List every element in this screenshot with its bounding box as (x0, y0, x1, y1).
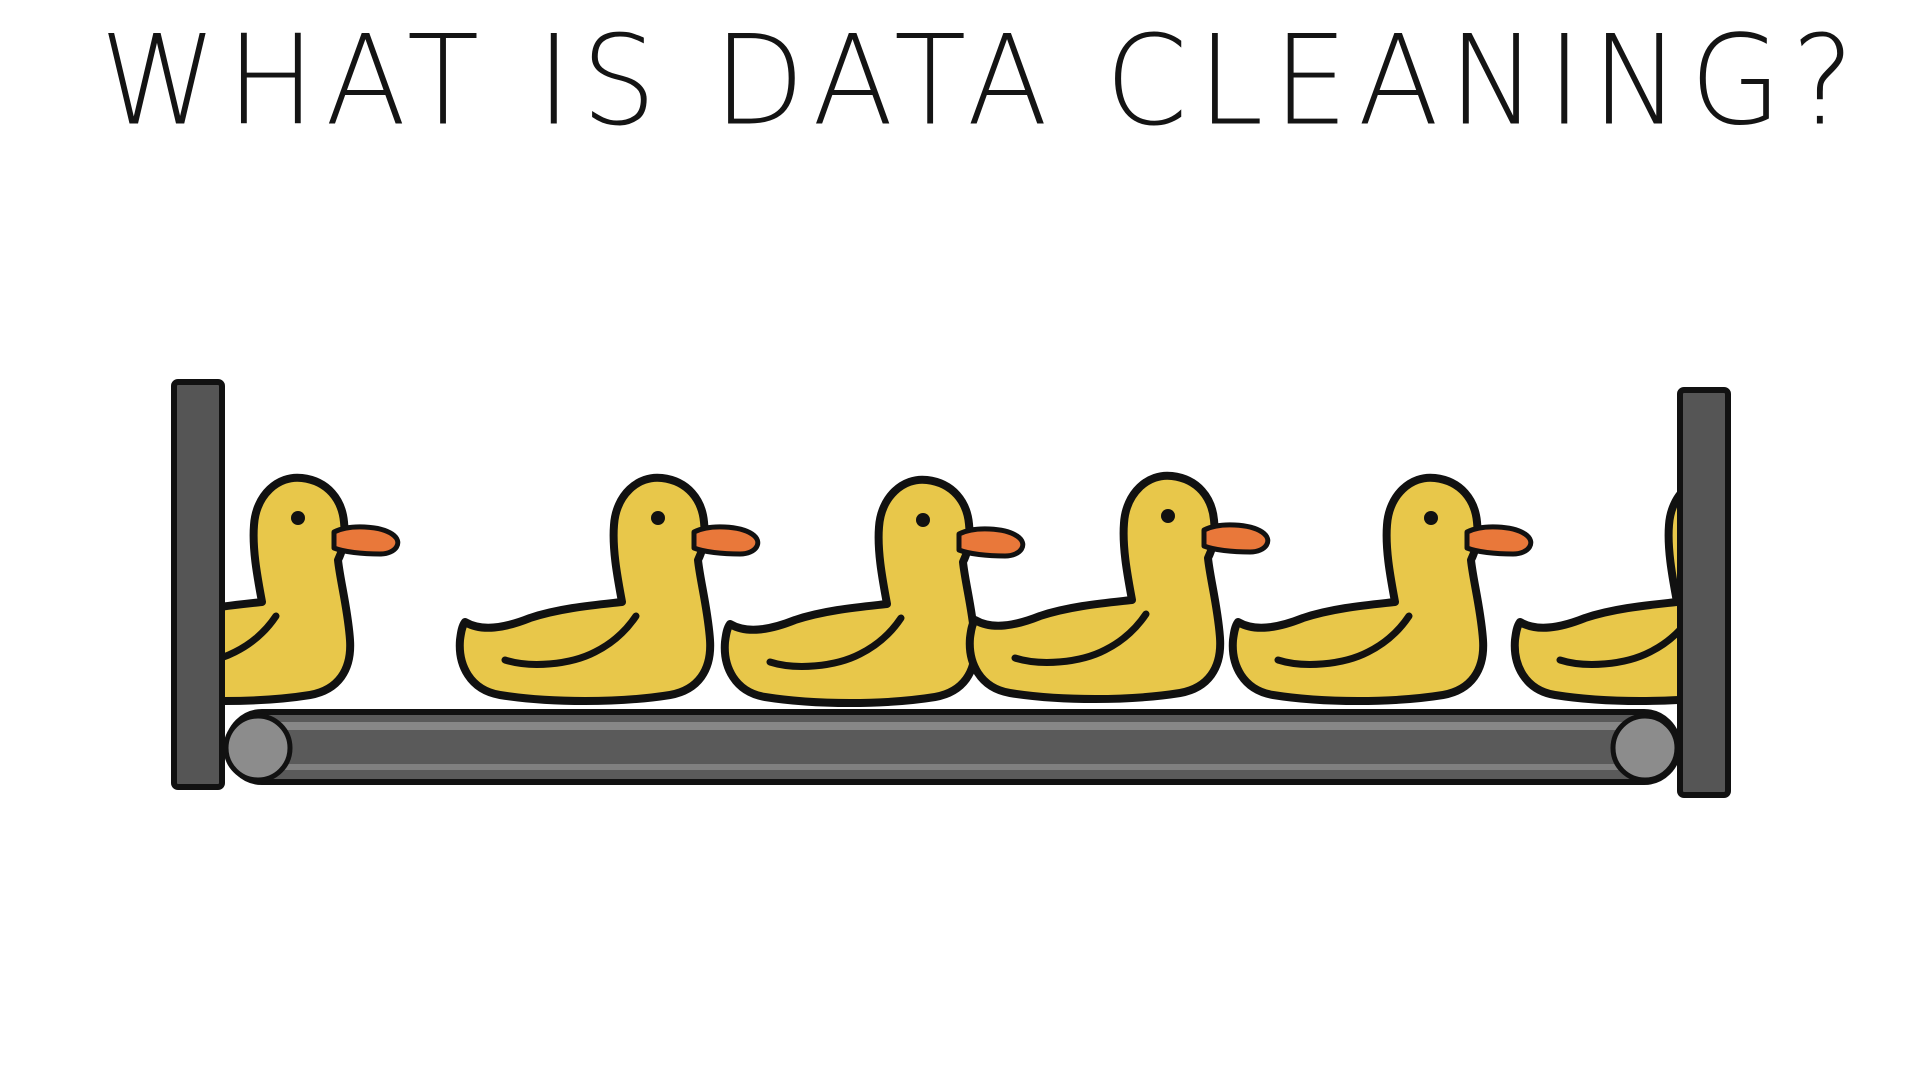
duck-5 (1233, 478, 1531, 701)
conveyor-illustration (100, 379, 1813, 798)
duck-2 (460, 478, 758, 701)
left-post (171, 379, 225, 790)
left-roller (223, 713, 293, 783)
conveyor-belt (223, 709, 1681, 785)
slide: WHAT IS DATA CLEANING? (0, 0, 1920, 1080)
duck-4 (970, 476, 1268, 699)
duck-6 (1515, 478, 1813, 701)
ducks-row (100, 476, 1813, 703)
right-post (1677, 387, 1731, 798)
duck-1 (100, 478, 398, 701)
right-roller (1610, 713, 1680, 783)
